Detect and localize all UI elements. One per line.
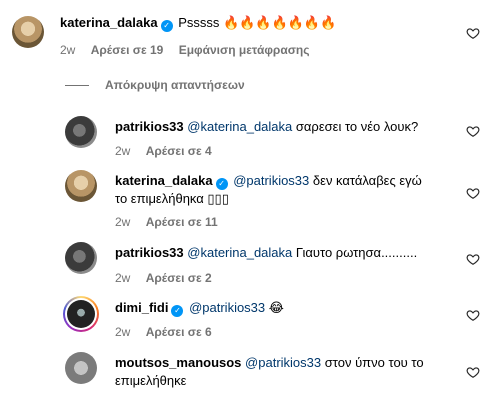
avatar[interactable]: [65, 116, 97, 148]
like-count[interactable]: Αρέσει σε 2: [146, 271, 212, 285]
timestamp[interactable]: 2w: [115, 144, 130, 158]
hide-replies-button[interactable]: Απόκρυψη απαντήσεων: [65, 78, 245, 92]
divider: [65, 84, 89, 86]
heart-outline-icon[interactable]: [466, 26, 480, 40]
timestamp[interactable]: 2w: [60, 43, 75, 57]
comment-body: σαρεσει το νέο λουκ?: [295, 119, 419, 134]
comment-body: το επιμελήθηκα ▯▯▯: [115, 191, 229, 206]
hide-replies-label: Απόκρυψη απαντήσεων: [105, 78, 245, 92]
mention-link[interactable]: @patrikios33: [233, 173, 309, 188]
comment-text-cont: το επιμελήθηκα ▯▯▯: [115, 190, 229, 208]
timestamp[interactable]: 2w: [115, 325, 130, 339]
heart-outline-icon[interactable]: [466, 365, 480, 379]
comment-text: moutsos_manousos @patrikios33 στον ύπνο …: [115, 354, 424, 372]
avatar[interactable]: [65, 170, 97, 202]
avatar[interactable]: [65, 242, 97, 274]
comment-body: Γιαυτο ρωτησα..........: [295, 245, 418, 260]
comment-meta: 2w Αρέσει σε 4: [115, 143, 224, 159]
heart-outline-icon[interactable]: [466, 186, 480, 200]
comment-body: δεν κατάλαβες εγώ: [312, 173, 422, 188]
comment-text: patrikios33 @katerina_dalaka Γιαυτο ρωτη…: [115, 244, 417, 262]
comment-meta: 2w Αρέσει σε 19 Εμφάνιση μετάφρασης: [60, 42, 322, 58]
avatar[interactable]: [12, 16, 44, 48]
like-count[interactable]: Αρέσει σε 19: [91, 43, 164, 57]
heart-outline-icon[interactable]: [466, 124, 480, 138]
heart-outline-icon[interactable]: [466, 308, 480, 322]
comment-text: katerina_dalaka ✓ @patrikios33 δεν κατάλα…: [115, 172, 422, 190]
comment-body: στον ύπνο του το: [324, 355, 424, 370]
comment-meta: 2w Αρέσει σε 11: [115, 214, 230, 230]
comment-meta: 2w Αρέσει σε 2: [115, 270, 224, 286]
username[interactable]: patrikios33: [115, 119, 184, 134]
username[interactable]: katerina_dalaka: [60, 15, 158, 30]
see-translation-button[interactable]: Εμφάνιση μετάφρασης: [179, 43, 310, 57]
heart-outline-icon[interactable]: [466, 252, 480, 266]
username[interactable]: patrikios33: [115, 245, 184, 260]
like-count[interactable]: Αρέσει σε 6: [146, 325, 212, 339]
verified-badge-icon: ✓: [171, 305, 184, 317]
comment-body: επιμελήθηκε: [115, 373, 187, 388]
comment-body: 😂: [268, 300, 284, 315]
username[interactable]: katerina_dalaka: [115, 173, 213, 188]
username[interactable]: moutsos_manousos: [115, 355, 241, 370]
timestamp[interactable]: 2w: [115, 215, 130, 229]
comment-meta: 2w Αρέσει σε 6: [115, 324, 224, 340]
comment-text: patrikios33 @katerina_dalaka σαρεσει το …: [115, 118, 418, 136]
avatar[interactable]: [65, 352, 97, 384]
mention-link[interactable]: @patrikios33: [245, 355, 321, 370]
mention-link[interactable]: @patrikios33: [189, 300, 265, 315]
like-count[interactable]: Αρέσει σε 11: [146, 215, 218, 229]
avatar[interactable]: [63, 296, 99, 332]
mention-link[interactable]: @katerina_dalaka: [187, 119, 292, 134]
comment-text-cont: επιμελήθηκε: [115, 372, 186, 390]
mention-link[interactable]: @katerina_dalaka: [187, 245, 292, 260]
like-count[interactable]: Αρέσει σε 4: [146, 144, 212, 158]
username[interactable]: dimi_fidi: [115, 300, 168, 315]
comment-body: Psssss 🔥🔥🔥🔥🔥🔥🔥: [178, 15, 337, 30]
timestamp[interactable]: 2w: [115, 271, 130, 285]
verified-badge-icon: ✓: [215, 178, 228, 190]
comment-text: dimi_fidi ✓ @patrikios33 😂: [115, 299, 284, 317]
comment-text: katerina_dalaka ✓ Psssss 🔥🔥🔥🔥🔥🔥🔥: [60, 14, 336, 32]
verified-badge-icon: ✓: [160, 20, 173, 32]
